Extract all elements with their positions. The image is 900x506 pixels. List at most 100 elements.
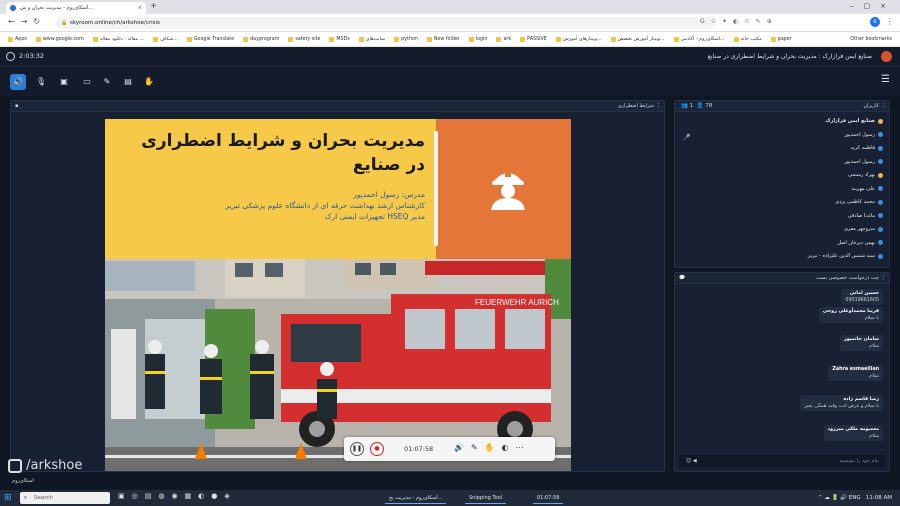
extension-icons[interactable]: G☆✦◐☉✎⊕ <box>700 18 778 25</box>
screen-share-icon[interactable]: ▭ <box>79 74 95 90</box>
user-avatar-icon <box>878 159 883 164</box>
microphone-icon[interactable]: 🎙 <box>33 74 49 90</box>
pinned-apps[interactable]: ▣◎▤◍◉▦◐●◈ <box>118 492 237 500</box>
slide-line-degree: کارشناس ارشد بهداشت حرفه ای از دانشگاه ع… <box>225 201 425 210</box>
user-avatar-icon <box>878 172 883 178</box>
user-avatar-icon <box>878 118 883 124</box>
users-counts: 👥 1 👤 78 <box>681 101 712 112</box>
url-field[interactable]: 🔒 skyroom.online/ch/arkshoe/crisis <box>56 17 716 29</box>
chat-placeholder: پیام خود را بنویسید <box>839 458 879 464</box>
bookmark-item[interactable]: python <box>394 36 418 42</box>
bookmark-item[interactable]: مکتب خانه <box>733 36 762 42</box>
bookmark-item[interactable]: مقاله - دانلود مقاله ... <box>92 36 144 42</box>
send-icon[interactable]: ◀ ☺ <box>686 455 697 467</box>
bookmark-folder-icon <box>426 36 432 42</box>
bookmark-folder-icon <box>394 36 400 42</box>
bookmark-item[interactable]: login <box>468 36 487 42</box>
user-row[interactable]: مائدنا صادقی <box>848 213 883 219</box>
user-row[interactable]: سید شمس الدین علیزاده - تبریز <box>808 253 883 259</box>
chat-input[interactable]: ◀ ☺ پیام خود را بنویسید <box>679 455 885 467</box>
user-row[interactable]: رسول احمدپور <box>844 132 883 138</box>
browser-menu-icon[interactable]: ⋮ <box>886 17 894 26</box>
user-row[interactable]: سروچهر مقری <box>844 226 883 232</box>
user-row[interactable]: صنایع ایمن فرازارک <box>825 118 883 124</box>
hand-raise-icon[interactable]: ✋ <box>141 74 157 90</box>
user-row[interactable]: فاطمه کریه <box>851 145 883 151</box>
bookmark-item[interactable]: شکاف... <box>153 36 178 42</box>
browser-tabbar: اسکای‌روم - مدیریت بحران و ش... × + –▢× <box>0 0 900 14</box>
bookmark-item[interactable]: safety site <box>288 36 321 42</box>
bookmark-item[interactable]: اسکای‌روم - آکادمی... <box>673 36 725 42</box>
pen-icon[interactable]: ✎ <box>99 74 115 90</box>
bookmark-item[interactable]: dayprogram <box>243 36 279 42</box>
folder-icon[interactable]: ▤ <box>120 74 136 90</box>
taskbar-search[interactable]: ⌕ Search <box>20 492 110 504</box>
users-header: 👥 1 👤 78 کاربران ⋮ <box>675 101 889 112</box>
chat-text: با سلام و عرض ادب وقت همگی بخیر <box>804 404 879 409</box>
bookmark-label: ark <box>503 36 512 42</box>
bookmark-item[interactable]: PASSIVE <box>520 36 547 42</box>
chat-options-icon[interactable]: ⋮ <box>881 273 886 284</box>
user-row[interactable]: بهزاد رستمی <box>848 172 883 178</box>
bookmark-label: اسکای‌روم - آکادمی... <box>680 36 725 42</box>
bookmark-item[interactable]: www.google.com <box>35 36 84 42</box>
chat-message: سامان حاتمپور سلام <box>839 335 883 351</box>
bookmark-folder-icon <box>733 36 739 42</box>
task-snipping[interactable]: Snipping Tool <box>465 492 507 504</box>
other-bookmarks[interactable]: Other bookmarks <box>850 37 892 42</box>
recording-player: ❚❚ ● 01:07:58 🔊✎✋◐⋯ <box>344 437 555 461</box>
tray-time: 11:08 AM <box>865 495 892 501</box>
firefighter-icon <box>491 171 525 210</box>
bookmark-label: safety site <box>295 36 321 42</box>
user-row[interactable]: رسول احمدپور <box>844 159 883 165</box>
tab-close-icon[interactable]: × <box>138 2 142 14</box>
users-options-icon[interactable]: ⋮ <box>881 101 886 112</box>
chat-text: سلام <box>869 434 879 439</box>
bookmark-folder-icon <box>92 36 98 42</box>
chat-icon: 💬 <box>679 275 686 281</box>
pause-button[interactable]: ❚❚ <box>350 442 364 456</box>
bookmark-item[interactable]: paper <box>770 36 792 42</box>
bookmarks-bar: Apps www.google.com مقاله - دانلود مقاله .… <box>0 32 900 47</box>
task-skyroom[interactable]: اسکای‌روم - مدیریت بح... <box>385 492 447 504</box>
bookmark-folder-icon <box>610 36 616 42</box>
bookmark-item[interactable]: Google Translate <box>186 36 234 42</box>
users-count-a: 1 <box>689 103 694 109</box>
app-header: 2:03:32 صنایع ایمن فرازارک : مدیریت بحرا… <box>0 47 900 67</box>
user-row[interactable]: بهمن دیرجان اصل <box>837 240 883 246</box>
bookmark-item[interactable]: MSDs <box>329 36 350 42</box>
user-name: سید شمس الدین علیزاده - تبریز <box>807 253 875 259</box>
browser-tab[interactable]: اسکای‌روم - مدیریت بحران و ش... × <box>6 2 146 14</box>
new-tab-icon[interactable]: + <box>150 1 157 10</box>
system-tray[interactable]: ⌃ ☁ 🔋 🔊 ENG 11:08 AM <box>818 492 892 504</box>
window-controls[interactable]: –▢× <box>850 0 896 13</box>
bookmark-item[interactable]: وبینارهای آموزش... <box>555 36 602 42</box>
stop-record-button[interactable]: ● <box>370 442 384 456</box>
speaker-icon[interactable]: 🔊 <box>10 74 26 90</box>
player-tools[interactable]: 🔊✎✋◐⋯ <box>454 443 531 452</box>
stage-options-icon[interactable]: ⋮ <box>656 101 661 112</box>
user-avatar-icon <box>878 253 883 259</box>
chat-author: معصومه ملکی میرزود <box>827 427 879 432</box>
profile-avatar[interactable]: K <box>870 17 880 27</box>
user-avatar-icon <box>878 226 883 232</box>
user-name: صنایع ایمن فرازارک <box>825 118 875 124</box>
bookmark-label: Apps <box>15 36 27 42</box>
bookmark-item[interactable]: سایت‌های <box>358 36 386 42</box>
windows-start-icon[interactable]: ⊞ <box>4 493 14 503</box>
bookmark-folder-icon <box>468 36 474 42</box>
bookmark-item[interactable]: ark <box>496 36 512 42</box>
bookmark-item[interactable]: New folder <box>426 36 460 42</box>
bookmark-label: سایت‌های <box>365 36 386 42</box>
user-row[interactable]: علی مهربند <box>851 186 883 192</box>
bookmark-item[interactable]: وبینار آموزش تخصص... <box>610 36 665 42</box>
menu-icon[interactable]: ☰ <box>881 74 890 85</box>
camera-icon[interactable]: ▣ <box>56 74 72 90</box>
nav-buttons[interactable]: ←→↻ <box>8 17 46 26</box>
task-recorder[interactable]: 01:07:58 <box>533 492 564 504</box>
slide-line-role: مدیر HSEQ تجهیزات ایمنی ارک <box>324 212 425 221</box>
bookmark-label: www.google.com <box>42 36 84 42</box>
user-row[interactable]: محمد کاظمی یزدی <box>835 199 883 205</box>
stage-title: شرایط اضطراری <box>617 103 654 109</box>
bookmark-item[interactable]: Apps <box>8 36 27 42</box>
